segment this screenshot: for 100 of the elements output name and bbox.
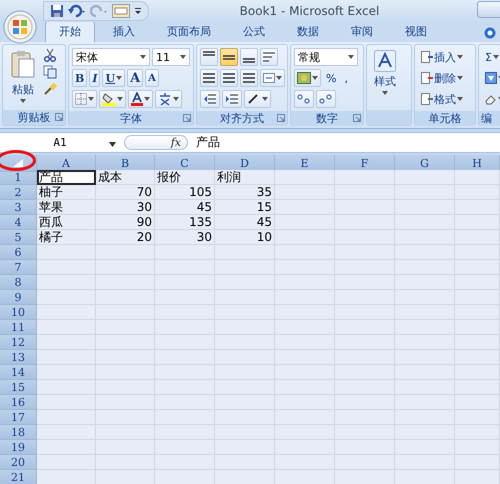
row-header[interactable]: 2 (0, 185, 37, 200)
formula-field[interactable]: 产品 (196, 134, 220, 151)
brush-icon[interactable] (43, 82, 57, 96)
table-cell (335, 365, 395, 380)
row-header[interactable]: 19 (0, 440, 37, 455)
paste-button[interactable]: 粘贴 (6, 48, 40, 107)
comma-button[interactable]: , (341, 69, 351, 87)
ribbon-tab[interactable]: 审阅 (337, 21, 387, 42)
format-cells-button[interactable]: 格式 (418, 90, 466, 108)
ribbon-tab[interactable]: 页面布局 (153, 21, 225, 42)
autosum-button[interactable]: Σ (482, 48, 500, 66)
table-cell (215, 365, 275, 380)
ribbon-tab[interactable]: 插入 (99, 21, 149, 42)
font-name-field[interactable]: 宋体 (72, 48, 150, 66)
row-header[interactable]: 21 (0, 470, 37, 484)
row-header[interactable]: 15 (0, 380, 37, 395)
table-cell: 45 (155, 200, 215, 215)
row-header[interactable]: 20 (0, 455, 37, 470)
insert-function-button[interactable]: fx (124, 135, 188, 150)
align-lines-icon (223, 54, 235, 60)
dropdown-caret-icon (457, 76, 463, 80)
save-icon[interactable] (50, 4, 64, 18)
merge-button[interactable] (260, 69, 285, 87)
dropdown-caret-icon[interactable] (109, 142, 116, 147)
decrease-indent-button[interactable] (200, 90, 220, 108)
ribbon-tab[interactable]: 视图 (391, 21, 441, 42)
underline-button[interactable]: U (102, 69, 126, 87)
font-size-field[interactable]: 11 (152, 48, 190, 66)
percent-button[interactable]: % (323, 69, 340, 87)
orientation-button[interactable] (244, 90, 271, 108)
table-cell (275, 275, 335, 290)
align-middle-button[interactable] (220, 48, 238, 66)
align-right-button[interactable] (240, 69, 258, 87)
table-cell (96, 425, 155, 440)
border-button[interactable] (72, 90, 97, 108)
row-header[interactable]: 11 (0, 320, 37, 335)
currency-button[interactable] (294, 69, 321, 87)
row-header[interactable]: 14 (0, 365, 37, 380)
dropdown-caret-icon (117, 97, 123, 101)
italic-button[interactable]: I (89, 69, 100, 87)
table-cell: 45 (215, 215, 275, 230)
table-cell (335, 350, 395, 365)
scissors-icon[interactable] (43, 48, 57, 62)
insert-cells-button[interactable]: 插入 (418, 48, 466, 66)
increase-decimal-button[interactable] (294, 90, 314, 108)
row-header[interactable]: 16 (0, 395, 37, 410)
row-header[interactable]: 5 (0, 230, 37, 245)
undo-icon[interactable] (68, 4, 86, 18)
table-cell (215, 245, 275, 260)
row-header[interactable]: 6 (0, 245, 37, 260)
row-header[interactable]: 17 (0, 410, 37, 425)
wrap-text-button[interactable] (260, 48, 278, 66)
decrease-decimal-button[interactable] (316, 90, 336, 108)
row-header[interactable]: 8 (0, 275, 37, 290)
copy-icon[interactable] (43, 65, 57, 79)
ribbon-tab[interactable]: 数据 (283, 21, 333, 42)
dialog-launcher-icon[interactable] (353, 114, 361, 122)
increase-indent-button[interactable] (222, 90, 242, 108)
table-cell (96, 350, 155, 365)
ribbon-tab[interactable]: 公式 (229, 21, 279, 42)
ribbon-tab[interactable]: 开始 (45, 21, 95, 42)
table-cell (215, 425, 275, 440)
grow-font-button[interactable]: A (127, 69, 144, 87)
shrink-font-button[interactable]: A (145, 69, 159, 87)
row-header[interactable]: 3 (0, 200, 37, 215)
align-center-button[interactable] (220, 69, 238, 87)
table-cell (335, 245, 395, 260)
dialog-launcher-icon[interactable] (277, 114, 285, 122)
name-box[interactable]: A1 (0, 136, 120, 149)
help-icon[interactable] (484, 27, 496, 39)
row-header[interactable]: 18 (0, 425, 37, 440)
row-header[interactable]: 9 (0, 290, 37, 305)
table-cell (37, 275, 96, 290)
dialog-launcher-icon[interactable] (183, 114, 191, 122)
number-format-field[interactable]: 常规 (294, 48, 358, 66)
row-header[interactable]: 12 (0, 335, 37, 350)
bold-button[interactable]: B (72, 69, 88, 87)
row-header[interactable]: 13 (0, 350, 37, 365)
group-label: 数字 (316, 111, 338, 126)
table-cell (455, 200, 500, 215)
fill-button[interactable] (482, 69, 500, 87)
table-cell (455, 425, 500, 440)
row-header[interactable]: 4 (0, 215, 37, 230)
row-header[interactable]: 10 (0, 305, 37, 320)
fill-color-button[interactable] (99, 90, 126, 108)
align-bottom-button[interactable] (240, 48, 258, 66)
delete-cells-button[interactable]: 删除 (418, 69, 466, 87)
customize-caret-icon[interactable] (134, 6, 142, 16)
phonetic-button[interactable] (155, 90, 182, 108)
table-cell (215, 380, 275, 395)
align-top-button[interactable] (200, 48, 218, 66)
dropdown-caret-icon (173, 97, 179, 101)
table-cell (455, 320, 500, 335)
table-cell (275, 470, 335, 484)
table-cell: 西瓜 (37, 215, 96, 230)
font-color-button[interactable] (128, 90, 153, 108)
row-header[interactable]: 7 (0, 260, 37, 275)
dialog-launcher-icon[interactable] (55, 113, 63, 121)
table-cell (455, 455, 500, 470)
align-left-button[interactable] (200, 69, 218, 87)
